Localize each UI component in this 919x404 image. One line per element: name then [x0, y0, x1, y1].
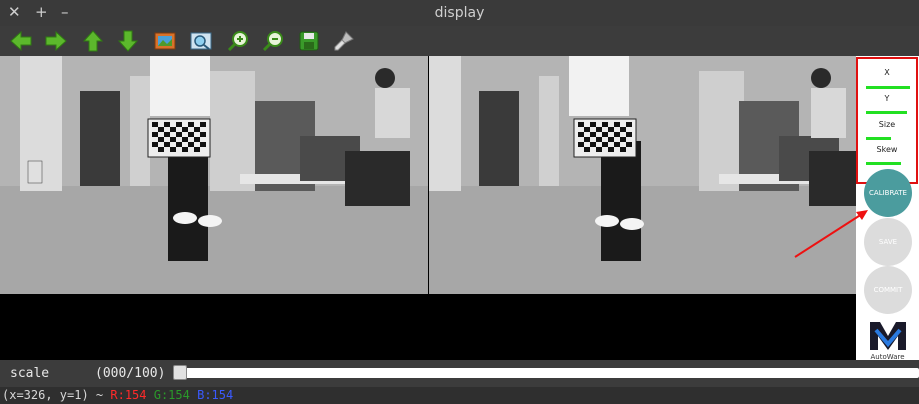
arrow-right-icon — [45, 30, 67, 52]
calibrate-button[interactable]: CALIBRATE — [864, 169, 912, 217]
scale-value: (000/100) — [95, 366, 166, 381]
metric-size-label: Size — [878, 120, 896, 129]
red-value: R:154 — [110, 388, 147, 402]
metric-y-label: Y — [884, 94, 890, 103]
camera-image — [0, 56, 428, 294]
commit-button[interactable]: COMMIT — [864, 266, 912, 314]
green-value: G:154 — [153, 388, 190, 402]
autoware-logo-icon — [870, 322, 906, 350]
display-window: ✕ + – display X Y Size Skew CALIBRATE SA… — [0, 0, 919, 404]
scale-label: scale — [10, 366, 50, 381]
arrow-down-icon — [117, 30, 139, 52]
scale-slider-thumb[interactable] — [173, 365, 187, 380]
metric-x-bar — [866, 86, 910, 89]
image-button[interactable] — [153, 29, 177, 53]
forward-button[interactable] — [44, 29, 68, 53]
metric-skew-bar — [866, 162, 901, 165]
blue-value: B:154 — [197, 388, 234, 402]
toolbar — [0, 26, 919, 56]
left-camera-view[interactable] — [0, 56, 428, 294]
metric-x-label: X — [884, 68, 890, 77]
window-title: display — [434, 5, 485, 21]
image-canvas[interactable]: X Y Size Skew CALIBRATE SAVE COMMIT Auto… — [0, 56, 919, 361]
fit-button[interactable] — [189, 29, 213, 53]
camera-image — [429, 56, 857, 294]
save-button[interactable]: SAVE — [864, 218, 912, 266]
back-button[interactable] — [9, 29, 33, 53]
properties-button[interactable] — [332, 29, 356, 53]
zoom-out-button[interactable] — [261, 29, 285, 53]
metric-size-bar — [866, 137, 891, 140]
image-icon — [154, 32, 176, 50]
save-icon — [299, 31, 319, 51]
right-camera-view[interactable] — [429, 56, 857, 294]
arrow-left-icon — [10, 30, 32, 52]
scale-slider-track[interactable] — [176, 368, 919, 378]
zoom-in-icon — [227, 31, 248, 52]
zoom-in-button[interactable] — [226, 29, 250, 53]
brush-icon — [334, 31, 354, 51]
cursor-coords: (x=326, y=1) ~ — [2, 388, 111, 402]
title-bar: ✕ + – display — [0, 0, 919, 26]
scale-bar: scale (000/100) — [0, 360, 919, 387]
zoom-out-icon — [262, 31, 283, 52]
metric-y-bar — [866, 111, 907, 114]
metric-skew-label: Skew — [876, 145, 898, 154]
calibration-panel: X Y Size Skew CALIBRATE SAVE COMMIT Auto… — [856, 56, 919, 361]
zoom-fit-icon — [190, 32, 212, 50]
up-button[interactable] — [81, 29, 105, 53]
save-image-button[interactable] — [297, 29, 321, 53]
calibration-metrics: X Y Size Skew — [856, 57, 918, 184]
down-button[interactable] — [116, 29, 140, 53]
status-bar: (x=326, y=1) ~ R:154 G:154 B:154 — [0, 387, 919, 404]
arrow-up-icon — [82, 30, 104, 52]
